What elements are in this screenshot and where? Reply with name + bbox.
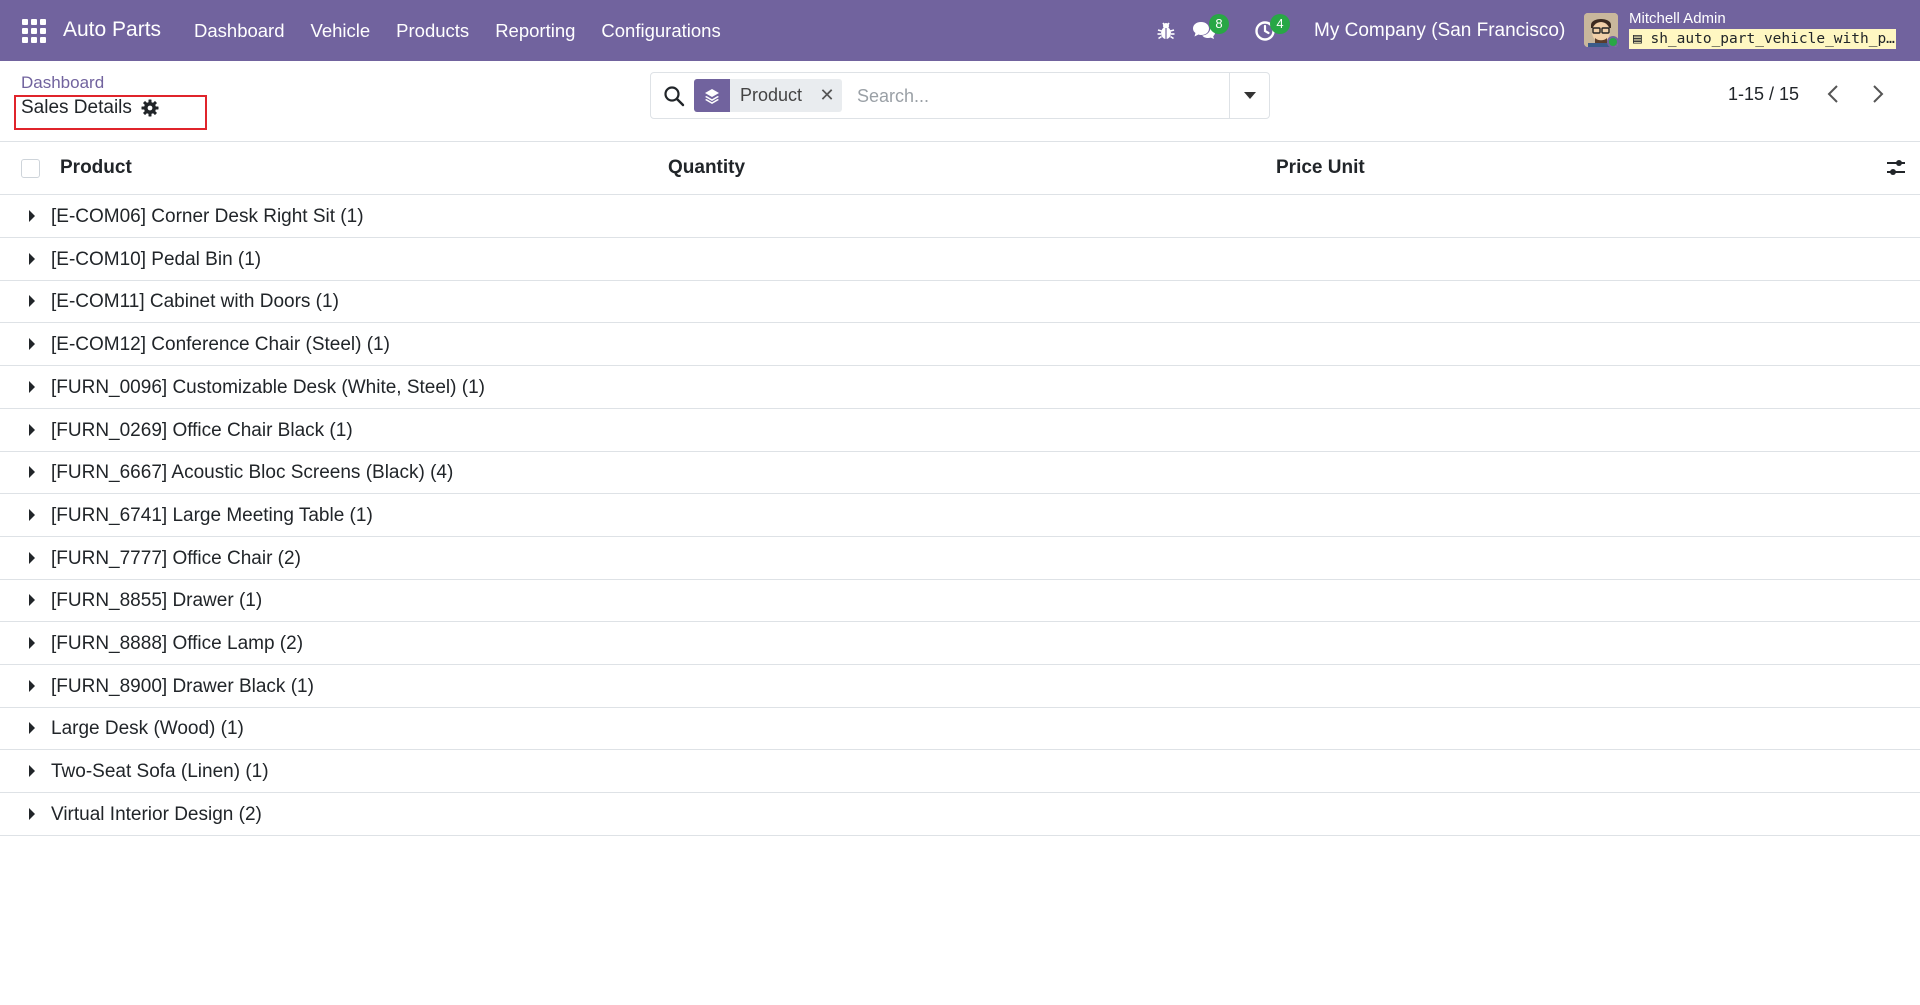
group-row[interactable]: [FURN_0096] Customizable Desk (White, St… [0, 366, 1920, 409]
caret-right-icon [29, 508, 35, 521]
caret-right-icon [29, 594, 35, 607]
pager-value[interactable]: 1-15 / 15 [1728, 84, 1799, 105]
search-input[interactable] [857, 81, 1217, 111]
database-icon: ▤ [1633, 31, 1642, 47]
group-row[interactable]: [FURN_8888] Office Lamp (2) [0, 622, 1920, 665]
group-label: [FURN_7777] Office Chair (2) [51, 547, 301, 569]
optional-columns-sliders-icon[interactable] [1885, 157, 1907, 179]
group-row[interactable]: [FURN_8855] Drawer (1) [0, 579, 1920, 623]
group-label: [FURN_6667] Acoustic Bloc Screens (Black… [51, 462, 454, 484]
search-icon[interactable] [663, 85, 685, 107]
caret-right-icon [29, 637, 35, 649]
group-label: [E-COM06] Corner Desk Right Sit (1) [51, 206, 364, 227]
group-row[interactable]: [E-COM10] Pedal Bin (1) [0, 238, 1920, 281]
group-row[interactable]: Two-Seat Sofa (Linen) (1) [0, 750, 1920, 794]
online-status-dot [1607, 36, 1618, 47]
facet-remove-icon[interactable]: ✕ [812, 79, 843, 112]
group-row[interactable]: Large Desk (Wood) (1) [0, 707, 1920, 751]
menu-item-vehicle[interactable]: Vehicle [311, 20, 371, 42]
app-name[interactable]: Auto Parts [63, 18, 161, 42]
caret-right-icon [29, 807, 35, 820]
group-label: [E-COM11] Cabinet with Doors (1) [51, 291, 339, 313]
breadcrumb-dashboard[interactable]: Dashboard [21, 73, 104, 93]
menu-item-products[interactable]: Products [396, 20, 469, 42]
group-label: [FURN_0096] Customizable Desk (White, St… [51, 376, 485, 398]
list-header: Product Quantity Price Unit [0, 141, 1920, 195]
search-facet-groupby: Product ✕ [694, 79, 843, 112]
group-label: [E-COM10] Pedal Bin (1) [51, 248, 262, 270]
column-header-product[interactable]: Product [60, 157, 132, 179]
company-switcher[interactable]: My Company (San Francisco) [1314, 20, 1565, 42]
caret-right-icon [29, 295, 35, 308]
group-label: [E-COM12] Conference Chair (Steel) (1) [51, 334, 390, 356]
user-name[interactable]: Mitchell Admin [1629, 10, 1726, 27]
menu-item-dashboard[interactable]: Dashboard [194, 20, 285, 42]
group-row[interactable]: [E-COM06] Corner Desk Right Sit (1) [0, 195, 1920, 238]
group-row[interactable]: [FURN_8900] Drawer Black (1) [0, 665, 1920, 708]
caret-right-icon [29, 252, 35, 265]
group-label: Large Desk (Wood) (1) [51, 718, 244, 740]
group-row[interactable]: [E-COM11] Cabinet with Doors (1) [0, 280, 1920, 324]
caret-right-icon [29, 380, 35, 393]
messages-chat-icon[interactable]: 8 [1191, 14, 1229, 44]
group-row[interactable]: [FURN_0269] Office Chair Black (1) [0, 409, 1920, 452]
top-navbar: Auto Parts Dashboard Vehicle Products Re… [0, 0, 1920, 61]
group-row[interactable]: [E-COM12] Conference Chair (Steel) (1) [0, 323, 1920, 367]
activities-count-badge: 4 [1270, 14, 1290, 34]
caret-right-icon [29, 722, 35, 735]
caret-right-icon [29, 338, 35, 351]
gear-icon[interactable] [140, 98, 160, 118]
database-name: ▤ sh_auto_part_vehicle_with_pos [1629, 29, 1896, 49]
caret-right-icon [29, 551, 35, 564]
select-all-checkbox[interactable] [21, 159, 40, 178]
messages-count-badge: 8 [1209, 14, 1229, 34]
debug-bug-icon[interactable] [1153, 18, 1179, 44]
group-label: Virtual Interior Design (2) [51, 803, 262, 825]
menu-item-configurations[interactable]: Configurations [601, 20, 720, 42]
search-options-toggle[interactable] [1229, 73, 1269, 118]
column-header-price-unit[interactable]: Price Unit [1276, 157, 1365, 179]
user-avatar[interactable] [1584, 13, 1618, 47]
group-label: [FURN_6741] Large Meeting Table (1) [51, 504, 373, 526]
pager-previous-icon[interactable] [1822, 82, 1846, 106]
group-row[interactable]: [FURN_6667] Acoustic Bloc Screens (Black… [0, 451, 1920, 495]
group-label: [FURN_8888] Office Lamp (2) [51, 633, 304, 654]
pager-next-icon[interactable] [1865, 82, 1889, 106]
group-label: Two-Seat Sofa (Linen) (1) [51, 761, 269, 783]
group-label: [FURN_8900] Drawer Black (1) [51, 675, 314, 697]
group-row[interactable]: [FURN_7777] Office Chair (2) [0, 537, 1920, 580]
caret-right-icon [29, 210, 35, 222]
page-title: Sales Details [21, 97, 132, 118]
group-row[interactable]: [FURN_6741] Large Meeting Table (1) [0, 494, 1920, 537]
database-label: sh_auto_part_vehicle_with_pos [1650, 31, 1896, 47]
caret-right-icon [29, 679, 35, 692]
app-grid-icon[interactable] [22, 19, 46, 43]
caret-down-icon [1243, 92, 1256, 99]
main-menu: Dashboard Vehicle Products Reporting Con… [194, 20, 747, 42]
facet-label: Product [730, 79, 813, 112]
group-label: [FURN_0269] Office Chair Black (1) [51, 419, 353, 441]
group-label: [FURN_8855] Drawer (1) [51, 590, 263, 612]
caret-right-icon [29, 466, 35, 479]
caret-right-icon [29, 765, 35, 778]
search-bar: Product ✕ [650, 72, 1270, 119]
menu-item-reporting[interactable]: Reporting [495, 20, 575, 42]
column-header-quantity[interactable]: Quantity [668, 157, 745, 179]
caret-right-icon [29, 423, 35, 436]
layers-icon [694, 79, 730, 112]
activities-clock-icon[interactable]: 4 [1252, 14, 1290, 44]
group-row[interactable]: Virtual Interior Design (2) [0, 793, 1920, 836]
